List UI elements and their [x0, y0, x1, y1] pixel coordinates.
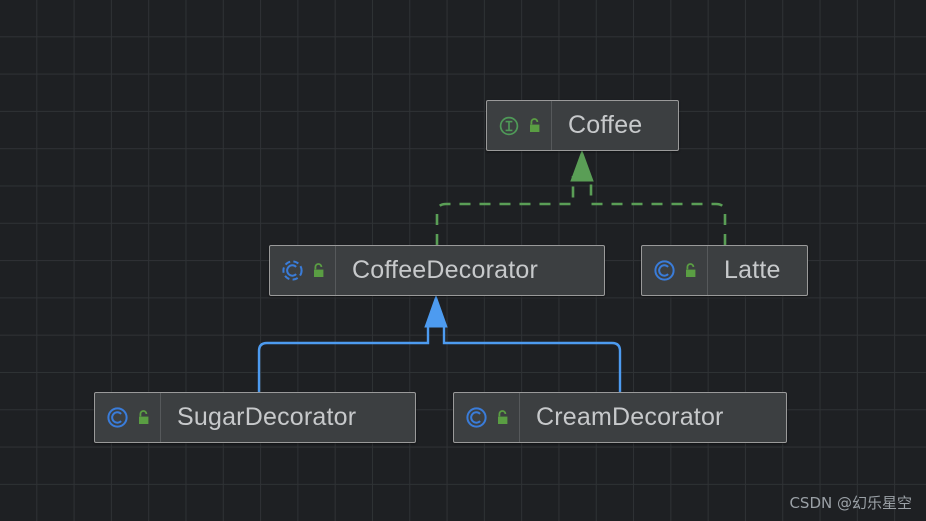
edge-sugar-decorator-extends-coffee-decorator — [257, 322, 430, 392]
watermark-text: CSDN @幻乐星空 — [789, 494, 912, 512]
class-icon — [107, 407, 128, 428]
implements-edges — [435, 149, 727, 245]
node-icon-gutter — [487, 101, 552, 150]
class-node-label: Coffee — [568, 111, 643, 139]
class-node-sugar-decorator[interactable]: SugarDecorator — [94, 392, 416, 443]
unlocked-padlock-icon — [139, 409, 149, 424]
class-icon — [654, 260, 675, 281]
uml-diagram-canvas[interactable]: Coffee CoffeeDecorator Latte SugarDecora… — [0, 0, 926, 521]
unlocked-padlock-icon — [686, 262, 696, 277]
class-node-label: CreamDecorator — [536, 403, 724, 431]
implements-arrowhead-icon — [570, 149, 594, 182]
unlocked-padlock-icon — [314, 262, 324, 277]
class-node-latte[interactable]: Latte — [641, 245, 808, 296]
abstract-class-icon — [282, 260, 303, 281]
node-icon-gutter — [642, 246, 708, 295]
class-node-label: CoffeeDecorator — [352, 256, 538, 284]
unlocked-padlock-icon — [498, 409, 508, 424]
node-icon-gutter — [95, 393, 161, 442]
edge-cream-decorator-extends-coffee-decorator — [442, 322, 622, 392]
node-icon-gutter — [454, 393, 520, 442]
node-icon-gutter — [270, 246, 336, 295]
extends-arrowhead-icon — [424, 294, 448, 328]
class-node-label: Latte — [724, 256, 781, 284]
class-node-cream-decorator[interactable]: CreamDecorator — [453, 392, 787, 443]
unlocked-padlock-icon — [530, 117, 540, 132]
class-icon — [466, 407, 487, 428]
class-node-label: SugarDecorator — [177, 403, 357, 431]
extends-edges — [257, 294, 622, 392]
interface-icon — [499, 116, 519, 135]
edge-latte-implements-coffee — [589, 176, 727, 245]
class-node-coffee-decorator[interactable]: CoffeeDecorator — [269, 245, 605, 296]
class-node-coffee[interactable]: Coffee — [486, 100, 679, 151]
edge-coffee-decorator-implements-coffee — [435, 176, 575, 245]
